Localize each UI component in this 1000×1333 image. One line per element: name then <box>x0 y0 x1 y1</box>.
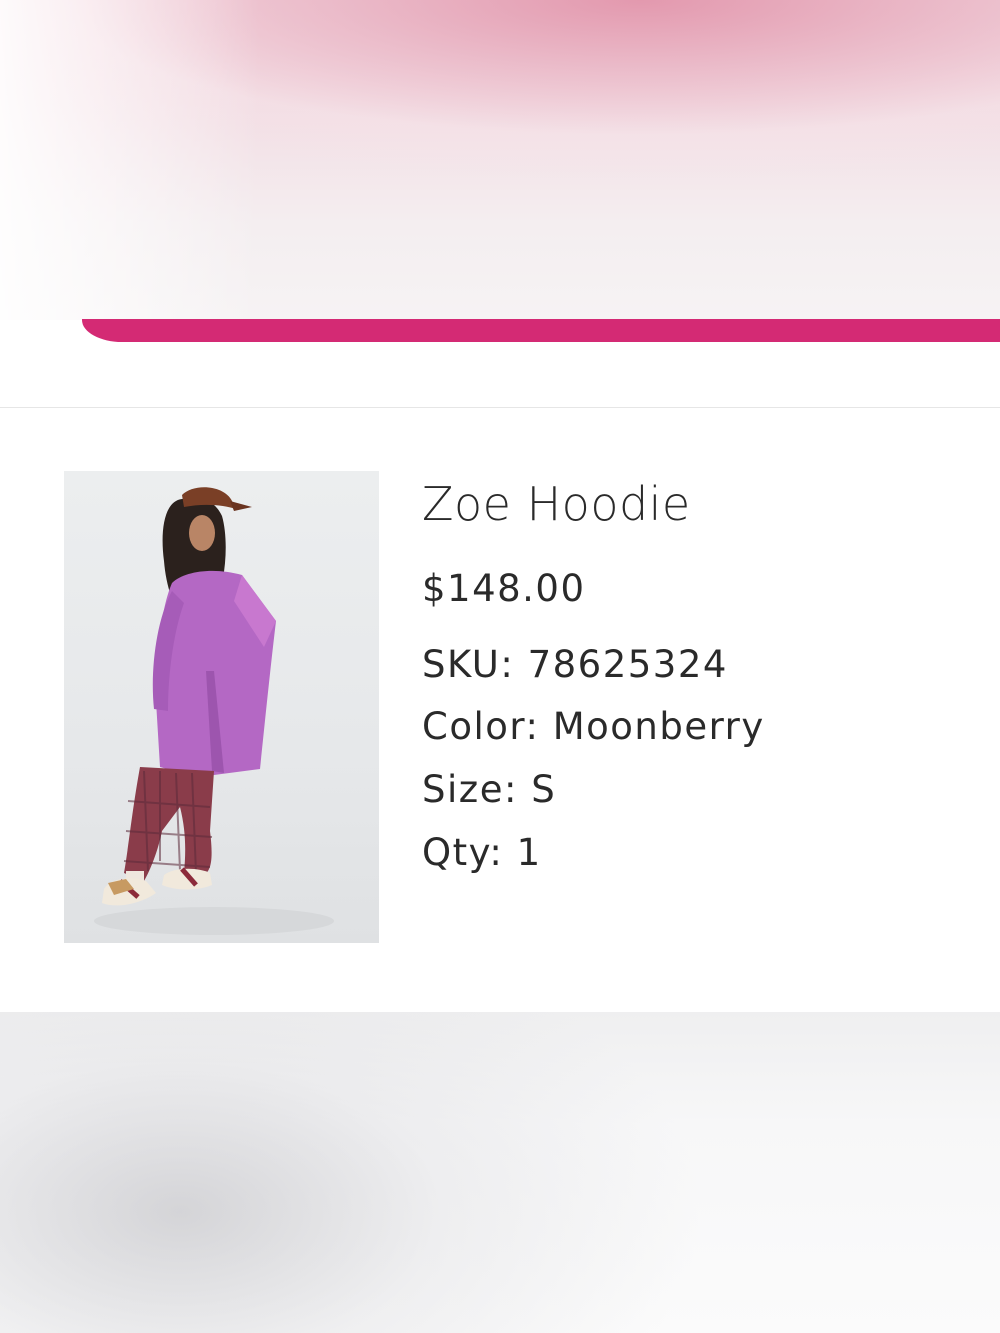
product-title: Zoe Hoodie <box>422 477 691 531</box>
color-value: Moonberry <box>552 705 765 748</box>
product-quantity: Qty: 1 <box>422 831 542 874</box>
blurred-header-background <box>0 0 1000 320</box>
section-divider <box>0 407 1000 408</box>
blurred-footer-background <box>0 1012 1000 1333</box>
product-size: Size: S <box>422 768 556 811</box>
sku-label: SKU: <box>422 643 515 686</box>
product-price: $148.00 <box>422 567 586 610</box>
qty-value: 1 <box>516 831 542 874</box>
sku-value: 78625324 <box>527 643 728 686</box>
product-color: Color: Moonberry <box>422 705 765 748</box>
accent-bar <box>82 319 1000 342</box>
size-label: Size: <box>422 768 518 811</box>
product-sku: SKU: 78625324 <box>422 643 728 686</box>
color-label: Color: <box>422 705 540 748</box>
qty-label: Qty: <box>422 831 504 874</box>
size-value: S <box>531 768 557 811</box>
product-image <box>64 471 379 943</box>
